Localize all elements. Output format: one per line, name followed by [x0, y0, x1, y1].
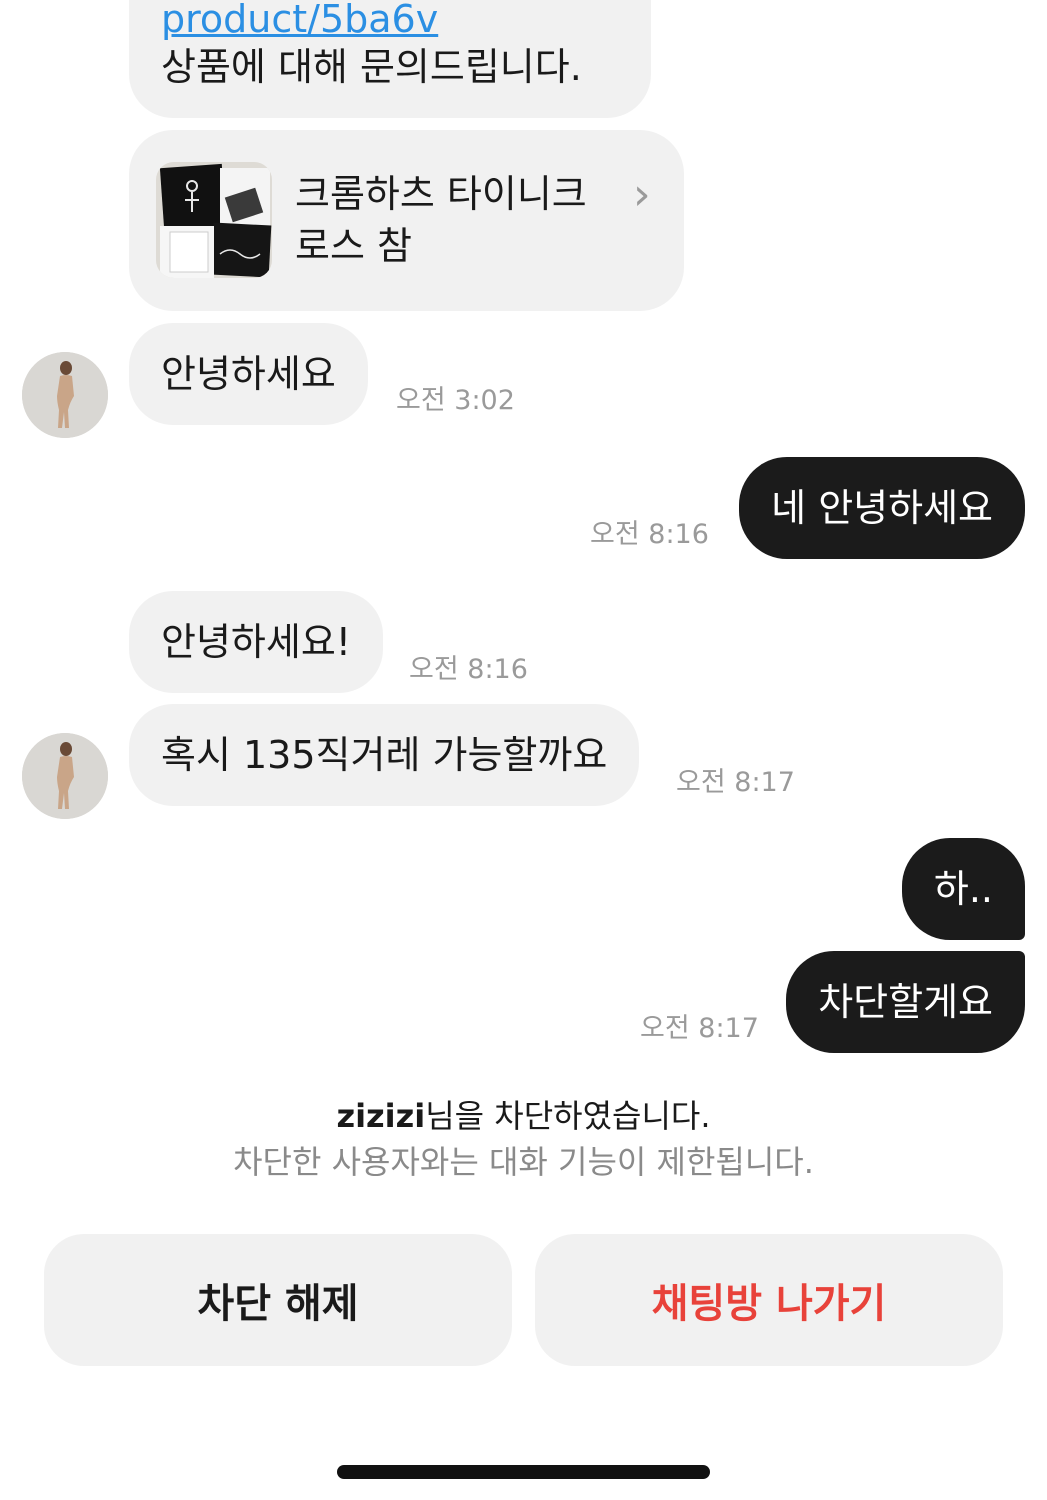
message-text: 네 안녕하세요 — [771, 486, 993, 530]
message-bubble-incoming[interactable]: 혹시 135직거레 가능할까요 — [129, 704, 640, 806]
chevron-right-icon: › — [633, 169, 651, 220]
avatar[interactable] — [22, 733, 108, 819]
home-indicator[interactable] — [337, 1465, 710, 1479]
unblock-button[interactable]: 차단 해제 — [44, 1234, 512, 1366]
product-thumbnail — [156, 162, 272, 278]
message-text: 상품에 대해 문의드립니다. — [161, 45, 582, 89]
message-bubble-outgoing[interactable]: 하.. — [901, 838, 1025, 940]
product-card[interactable]: 크롬하츠 타이니크 로스 참 › — [129, 130, 684, 311]
message-bubble-outgoing[interactable]: 차단할게요 — [786, 951, 1025, 1053]
message-text: 안녕하세요! — [161, 620, 352, 664]
product-image-icon — [156, 162, 272, 278]
message-text: 차단할게요 — [818, 980, 993, 1024]
message-bubble-link[interactable]: product/5ba6v 상품에 대해 문의드립니다. — [129, 0, 651, 118]
message-bubble-incoming[interactable]: 안녕하세요! — [129, 591, 384, 693]
message-timestamp: 오전 8:16 — [409, 654, 528, 685]
message-text: 하.. — [933, 867, 993, 911]
message-timestamp: 오전 3:02 — [396, 385, 515, 416]
message-timestamp: 오전 8:17 — [640, 1013, 759, 1044]
leave-chat-button[interactable]: 채팅방 나가기 — [535, 1234, 1003, 1366]
block-notice-suffix: 님을 차단하였습니다. — [425, 1097, 711, 1135]
block-notice-title: zizizi님을 차단하였습니다. — [0, 1094, 1047, 1138]
product-title: 크롬하츠 타이니크 로스 참 — [295, 172, 587, 268]
person-avatar-icon — [22, 352, 108, 438]
message-timestamp: 오전 8:17 — [676, 767, 795, 798]
block-notice: zizizi님을 차단하였습니다. 차단한 사용자와는 대화 기능이 제한됩니다… — [0, 1094, 1047, 1186]
blocked-username: zizizi — [336, 1097, 426, 1135]
message-text: 안녕하세요 — [161, 352, 336, 396]
message-bubble-incoming[interactable]: 안녕하세요 — [129, 323, 368, 425]
message-text: 혹시 135직거레 가능할까요 — [161, 733, 608, 777]
message-timestamp: 오전 8:16 — [590, 519, 709, 550]
product-link[interactable]: product/5ba6v — [161, 0, 619, 42]
avatar[interactable] — [22, 352, 108, 438]
message-bubble-outgoing[interactable]: 네 안녕하세요 — [739, 457, 1025, 559]
block-notice-subtext: 차단한 사용자와는 대화 기능이 제한됩니다. — [233, 1143, 814, 1181]
person-avatar-icon — [22, 733, 108, 819]
